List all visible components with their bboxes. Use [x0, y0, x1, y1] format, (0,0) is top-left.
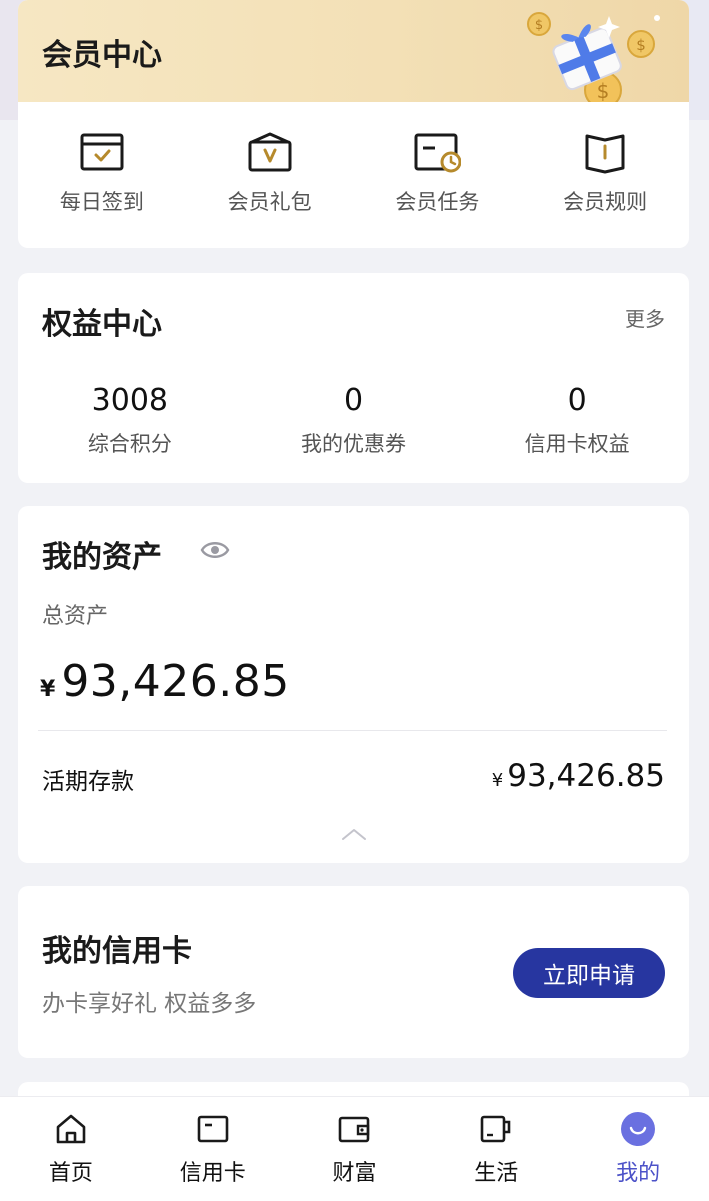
member-gift-pack-button[interactable]: 会员礼包	[186, 130, 354, 216]
demand-deposit-value: 93,426.85	[507, 758, 665, 794]
demand-deposit-label[interactable]: 活期存款	[42, 762, 134, 796]
nav-label: 信用卡	[179, 1161, 246, 1186]
daily-checkin-button[interactable]: 每日签到	[18, 130, 186, 216]
my-assets-card: 我的资产 总资产 ¥93,426.85 活期存款 ¥93,426.85	[18, 506, 689, 863]
rights-stats: 3008 综合积分 0 我的优惠券 0 信用卡权益	[18, 383, 689, 458]
nav-label: 生活	[474, 1161, 519, 1186]
total-assets-value: 93,426.85	[61, 656, 290, 707]
member-rules-button[interactable]: 会员规则	[521, 130, 689, 216]
member-task-button[interactable]: 会员任务	[354, 130, 522, 216]
stat-label: 信用卡权益	[524, 432, 630, 456]
credit-card-rights-stat[interactable]: 0 信用卡权益	[465, 383, 689, 458]
home-icon	[56, 1114, 86, 1144]
apply-now-button[interactable]: 立即申请	[513, 948, 665, 998]
nav-label: 我的	[616, 1161, 661, 1186]
credit-card-subtitle: 办卡享好礼 权益多多	[42, 991, 257, 1017]
calendar-check-icon	[80, 133, 124, 171]
stat-value: 3008	[91, 383, 168, 418]
rights-center-title: 权益中心	[42, 307, 162, 342]
task-clock-icon	[414, 133, 462, 173]
nav-label: 首页	[48, 1161, 93, 1186]
feature-label: 每日签到	[59, 190, 144, 214]
nav-label: 财富	[332, 1161, 377, 1186]
stat-label: 综合积分	[87, 432, 172, 456]
bottom-nav: 首页 信用卡 财富 生活 我的	[0, 1096, 709, 1201]
member-center-title: 会员中心	[42, 38, 162, 73]
nav-wealth[interactable]: 财富	[284, 1097, 426, 1201]
member-banner: 会员中心 $ $ $	[18, 0, 689, 102]
points-stat[interactable]: 3008 综合积分	[18, 383, 242, 458]
nav-credit-card[interactable]: 信用卡	[142, 1097, 284, 1201]
coupons-stat[interactable]: 0 我的优惠券	[242, 383, 466, 458]
member-center-card: 会员中心 $ $ $ 每日签到 会员礼包 会员任务 会员规则	[18, 0, 689, 248]
svg-text:$: $	[636, 36, 646, 54]
svg-text:$: $	[535, 18, 543, 33]
rights-center-card: 权益中心 更多 3008 综合积分 0 我的优惠券 0 信用卡权益	[18, 273, 689, 483]
stat-value: 0	[567, 383, 587, 418]
card-icon	[197, 1115, 228, 1143]
gift-pack-icon	[248, 132, 292, 172]
svg-text:$: $	[597, 79, 610, 102]
nav-home[interactable]: 首页	[0, 1097, 142, 1201]
chevron-up-icon[interactable]	[340, 826, 368, 842]
feature-label: 会员任务	[395, 190, 480, 214]
total-assets-label: 总资产	[42, 604, 109, 629]
total-assets-amount: ¥93,426.85	[40, 656, 290, 707]
my-assets-title: 我的资产	[42, 540, 162, 575]
stat-value: 0	[343, 383, 364, 418]
gift-illustration-icon: $ $ $	[527, 12, 660, 102]
wallet-icon	[339, 1116, 370, 1143]
feature-label: 会员礼包	[227, 190, 312, 214]
demand-deposit-amount[interactable]: ¥93,426.85	[492, 758, 665, 794]
profile-icon	[621, 1112, 656, 1146]
currency-symbol: ¥	[491, 770, 504, 791]
my-credit-card-title: 我的信用卡	[42, 934, 192, 969]
eye-icon[interactable]	[200, 538, 230, 562]
stat-label: 我的优惠券	[300, 432, 406, 456]
nav-mine[interactable]: 我的	[567, 1097, 709, 1201]
more-link[interactable]: 更多	[625, 303, 665, 332]
cup-icon	[480, 1115, 511, 1143]
rule-book-icon	[585, 134, 625, 174]
nav-life[interactable]: 生活	[425, 1097, 567, 1201]
divider	[38, 730, 667, 731]
currency-symbol: ¥	[40, 677, 56, 702]
my-credit-card-card: 我的信用卡 办卡享好礼 权益多多 立即申请	[18, 886, 689, 1058]
member-feature-row: 每日签到 会员礼包 会员任务 会员规则	[18, 130, 689, 216]
feature-label: 会员规则	[563, 190, 648, 214]
